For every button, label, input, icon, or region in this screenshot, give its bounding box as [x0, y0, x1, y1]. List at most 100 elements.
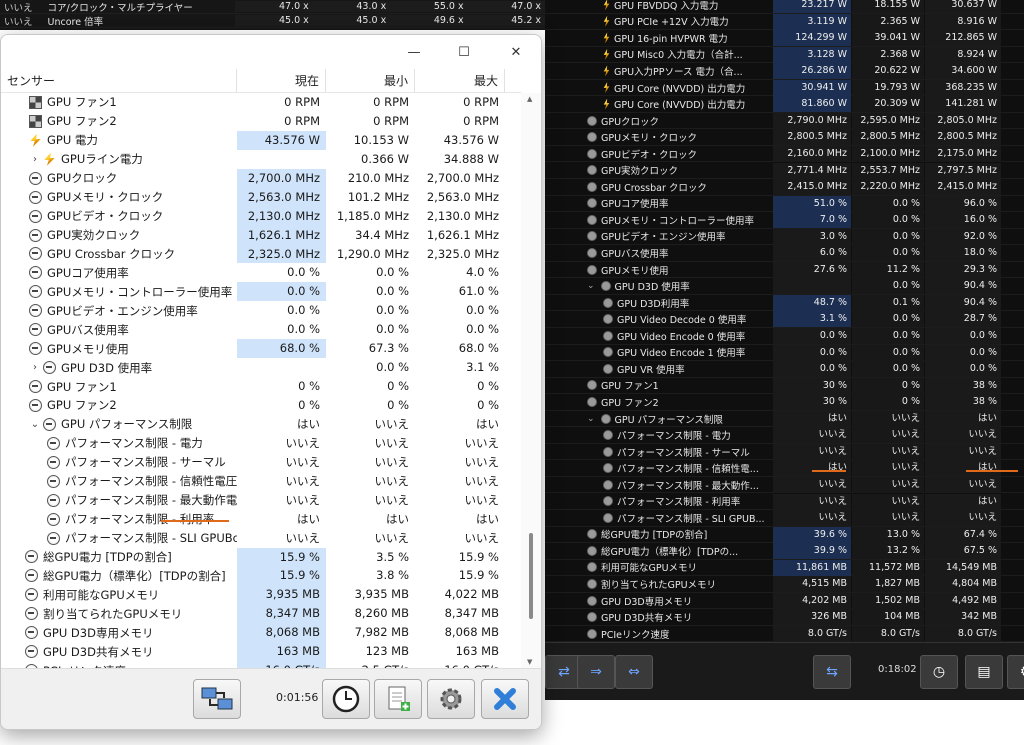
minimize-button[interactable]: —: [391, 35, 437, 69]
expand-chevron-icon[interactable]: ›: [29, 362, 41, 373]
background-row-label: GPU D3D 使用率: [614, 282, 690, 294]
table-row[interactable]: GPU Crossbar クロック 2,325.0 MHz 1,290.0 MHz 2…: [1, 244, 521, 264]
table-row[interactable]: GPUメモリ・コントローラー使用率 0.0 % 0.0 % 61.0 %: [1, 282, 521, 302]
background-row-name: パフォーマンス制限 - 利用率: [603, 494, 740, 508]
sensor-clock-icon: [603, 330, 613, 341]
column-max[interactable]: 最大: [415, 69, 505, 93]
scroll-down-icon[interactable]: ▼: [527, 658, 532, 666]
table-row[interactable]: 割り当てられたGPUメモリ 8,347 MB 8,260 MB 8,347 MB: [1, 604, 521, 624]
table-row[interactable]: パフォーマンス制限 - サーマル いいえ いいえ いいえ: [1, 453, 521, 472]
background-max: 4,804 MB: [925, 576, 1001, 593]
background-current: 326 MB: [773, 609, 851, 626]
vertical-scrollbar[interactable]: ▲ ▼: [521, 93, 541, 668]
table-row[interactable]: › GPU D3D 使用率 0.0 % 3.1 %: [1, 358, 521, 377]
table-row[interactable]: GPUメモリ・クロック 2,563.0 MHz 101.2 MHz 2,563.0 M…: [1, 187, 521, 207]
table-row[interactable]: GPU ファン2 0 % 0 % 0 %: [1, 396, 521, 415]
current-value: 43.576 W: [237, 130, 326, 150]
background-row-label: PCIeリンク速度: [601, 629, 670, 641]
maximize-button[interactable]: ☐: [441, 35, 487, 69]
table-row[interactable]: 利用可能なGPUメモリ 3,935 MB 3,935 MB 4,022 MB: [1, 585, 521, 605]
table-row[interactable]: 総GPU電力 [TDPの割合] 15.9 % 3.5 % 15.9 %: [1, 547, 521, 567]
table-row[interactable]: パフォーマンス制限 - 電力 いいえ いいえ いいえ: [1, 434, 521, 453]
table-row[interactable]: GPUビデオ・エンジン使用率 0.0 % 0.0 % 0.0 %: [1, 301, 521, 320]
table-row[interactable]: PCIeリンク速度16.0 GT/s2.5 GT/s16.0 GT/s: [1, 661, 521, 668]
background-row-label: GPU Core (NVVDD) 出力電力: [614, 100, 746, 112]
table-row[interactable]: GPUクロック 2,700.0 MHz 210.0 MHz 2,700.0 MHz: [1, 168, 521, 188]
table-row[interactable]: GPU D3D専用メモリ 8,068 MB 7,982 MB 8,068 MB: [1, 623, 521, 643]
current-value: はい: [297, 511, 320, 526]
network-button[interactable]: [193, 679, 241, 719]
table-row[interactable]: GPU 電力 43.576 W 10.153 W 43.576 W: [1, 130, 521, 150]
background-row: GPU Video Encode 1 使用率 0.0 % 0.0 % 0.0 %: [545, 344, 1024, 362]
table-row[interactable]: パフォーマンス制限 - 信頼性電圧 いいえ いいえ いいえ: [1, 472, 521, 491]
close-window-button[interactable]: ✕: [493, 35, 539, 69]
scroll-thumb[interactable]: [529, 533, 533, 619]
table-row[interactable]: ⌄ GPU パフォーマンス制限 はい いいえ はい: [1, 415, 521, 434]
background-row-name: PCIeリンク速度: [587, 627, 670, 641]
table-row[interactable]: GPU実効クロック 1,626.1 MHz 34.4 MHz 1,626.1 MHz: [1, 225, 521, 245]
background-row: GPUメモリ使用 27.6 % 11.2 % 29.3 %: [545, 261, 1024, 279]
expand-chevron-icon[interactable]: ⌄: [29, 419, 41, 430]
table-row[interactable]: GPU D3D共有メモリ 163 MB 123 MB 163 MB: [1, 642, 521, 662]
background-current: いいえ: [773, 493, 851, 510]
background-current: 0.0 %: [773, 361, 851, 378]
background-min: 0.0 %: [852, 195, 924, 212]
background-min: いいえ: [852, 510, 924, 527]
table-row[interactable]: パフォーマンス制限 - 利用率 はい はい はい: [1, 510, 521, 529]
current-value: 8,347 MB: [237, 604, 326, 624]
table-row[interactable]: GPUメモリ使用 68.0 % 67.3 % 68.0 %: [1, 339, 521, 359]
background-max: 92.0 %: [925, 228, 1001, 245]
close-button[interactable]: [481, 679, 529, 719]
table-row[interactable]: GPU ファン1 0 % 0 % 0 %: [1, 377, 521, 396]
settings-button[interactable]: ⚙: [1007, 655, 1024, 689]
background-max: いいえ: [925, 510, 1001, 527]
background-current: 0.0 %: [773, 344, 851, 361]
nav-reset-button[interactable]: ⇔: [615, 655, 653, 689]
network-button[interactable]: ⇆: [813, 655, 851, 689]
nav-forward-button[interactable]: ⇒: [577, 655, 615, 689]
table-row[interactable]: GPU ファン2 0 RPM 0 RPM 0 RPM: [1, 112, 521, 131]
background-row-label: GPUメモリ使用: [601, 265, 669, 277]
background-min: 1,502 MB: [852, 592, 924, 609]
sensor-name-cell: GPUビデオ・エンジン使用率: [1, 303, 237, 319]
sensor-clock-icon: [587, 148, 597, 159]
sensor-name-cell: GPU Crossbar クロック: [1, 246, 237, 262]
table-row[interactable]: パフォーマンス制限 - SLI GPUBoos... いいえ いいえ いいえ: [1, 529, 521, 548]
background-current: 124.299 W: [773, 30, 851, 47]
table-row[interactable]: 総GPU電力（標準化）[TDPの割合] 15.9 % 3.8 % 15.9 %: [1, 566, 521, 586]
background-min: 0.0 %: [852, 228, 924, 245]
sensor-label: パフォーマンス制限 - 信頼性電圧: [65, 474, 237, 489]
background-row-name: GPU Video Encode 1 使用率: [603, 345, 745, 359]
report-button[interactable]: ▤: [965, 655, 1003, 689]
background-max: 2,805.0 MHz: [925, 112, 1001, 129]
sensor-clock-icon: [587, 380, 597, 391]
background-row-label: パフォーマンス制限 - 利用率: [617, 497, 741, 509]
table-row[interactable]: GPUコア使用率 0.0 % 0.0 % 4.0 %: [1, 263, 521, 282]
background-min: 1,827 MB: [852, 576, 924, 593]
background-min: いいえ: [852, 443, 924, 460]
column-min[interactable]: 最小: [326, 69, 415, 93]
background-current: 8.0 GT/s: [773, 625, 851, 642]
sensor-clock-icon: [587, 562, 597, 573]
settings-button[interactable]: [427, 679, 475, 719]
background-row-label: GPU Video Encode 1 使用率: [617, 348, 746, 360]
background-row: GPU PCIe +12V 入力電力 3.119 W 2.365 W 8.916 W: [545, 13, 1024, 31]
min-value: 2.5 GT/s: [326, 661, 415, 668]
table-row[interactable]: GPUビデオ・クロック 2,130.0 MHz 1,185.0 MHz 2,130.0…: [1, 206, 521, 226]
clock-button[interactable]: [322, 679, 370, 719]
background-current: 0.0 %: [773, 328, 851, 344]
background-current: 7.0 %: [773, 212, 851, 229]
clock-button[interactable]: ◷: [920, 655, 958, 689]
column-current[interactable]: 現在: [237, 69, 326, 93]
report-button[interactable]: [374, 679, 422, 719]
scroll-up-icon[interactable]: ▲: [527, 95, 532, 103]
table-row[interactable]: › GPUライン電力 0.366 W 34.888 W: [1, 150, 521, 169]
column-sensor[interactable]: センサー: [1, 69, 237, 93]
table-row[interactable]: パフォーマンス制限 - 最大動作電圧 いいえ いいえ いいえ: [1, 491, 521, 510]
background-max: 96.0 %: [925, 195, 1001, 212]
expand-chevron-icon[interactable]: ›: [29, 154, 41, 165]
min-value: いいえ: [374, 473, 410, 488]
table-row[interactable]: GPU ファン1 0 RPM 0 RPM 0 RPM: [1, 93, 521, 112]
table-row[interactable]: GPUバス使用率 0.0 % 0.0 % 0.0 %: [1, 320, 521, 339]
sensor-name-cell: GPU ファン2: [1, 113, 237, 129]
